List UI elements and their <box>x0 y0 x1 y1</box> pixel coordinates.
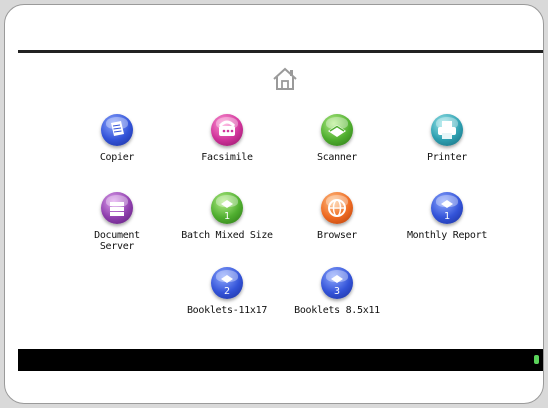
document-server-icon <box>101 192 133 224</box>
app-browser[interactable]: Browser <box>282 192 392 241</box>
program-number-badge: 1 <box>223 211 231 222</box>
app-label: Scanner <box>316 152 358 163</box>
program-number-badge: 3 <box>333 286 341 297</box>
program-icon: 1 <box>431 192 463 224</box>
status-bar <box>18 349 543 371</box>
app-label: Document Server <box>94 230 140 252</box>
app-label: Monthly Report <box>406 230 488 241</box>
status-indicator-icon <box>534 355 539 364</box>
app-scanner[interactable]: Scanner <box>282 114 392 163</box>
app-printer[interactable]: Printer <box>392 114 502 163</box>
app-booklets-11x17[interactable]: 2 Booklets-11x17 <box>172 267 282 316</box>
program-number-badge: 2 <box>223 286 231 297</box>
app-booklets-8-5x11[interactable]: 3 Booklets 8.5x11 <box>282 267 392 316</box>
app-label: Booklets-11x17 <box>186 305 268 316</box>
app-batch-mixed-size[interactable]: 1 Batch Mixed Size <box>172 192 282 241</box>
program-icon: 1 <box>211 192 243 224</box>
program-number-badge: 1 <box>443 211 451 222</box>
app-label: Booklets 8.5x11 <box>294 305 380 316</box>
app-label: Facsimile <box>201 152 253 163</box>
copier-icon <box>101 114 133 146</box>
app-monthly-report[interactable]: 1 Monthly Report <box>392 192 502 241</box>
app-facsimile[interactable]: Facsimile <box>172 114 282 163</box>
app-copier[interactable]: Copier <box>62 114 172 163</box>
home-screen: Copier Facsimile Scanner Printer Documen… <box>18 53 543 349</box>
scanner-icon <box>321 114 353 146</box>
app-label: Browser <box>316 230 358 241</box>
program-icon: 3 <box>321 267 353 299</box>
app-label: Copier <box>99 152 135 163</box>
fax-icon <box>211 114 243 146</box>
app-label: Batch Mixed Size <box>181 230 273 241</box>
printer-icon <box>431 114 463 146</box>
globe-icon <box>321 192 353 224</box>
app-label: Printer <box>426 152 468 163</box>
home-icon[interactable] <box>272 67 298 91</box>
program-icon: 2 <box>211 267 243 299</box>
device-frame: Copier Facsimile Scanner Printer Documen… <box>4 4 544 404</box>
app-document-server[interactable]: Document Server <box>62 192 172 252</box>
